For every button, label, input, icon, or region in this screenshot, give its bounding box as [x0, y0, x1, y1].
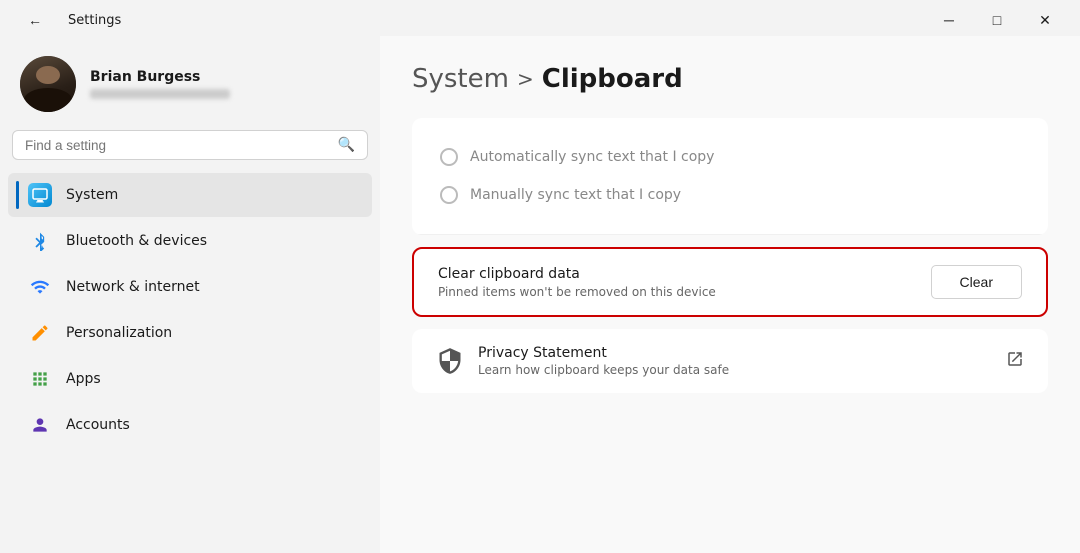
- user-email: [90, 89, 230, 99]
- sidebar-label-network: Network & internet: [66, 279, 200, 295]
- radio-section: Automatically sync text that I copy Manu…: [412, 118, 1048, 235]
- sidebar-label-apps: Apps: [66, 371, 101, 387]
- system-icon: [28, 183, 52, 207]
- close-button[interactable]: ✕: [1022, 6, 1068, 34]
- sidebar-label-personalization: Personalization: [66, 325, 172, 341]
- sidebar-item-bluetooth[interactable]: Bluetooth & devices: [8, 219, 372, 263]
- sidebar-item-apps[interactable]: Apps: [8, 357, 372, 401]
- privacy-left: Privacy Statement Learn how clipboard ke…: [436, 345, 729, 377]
- search-icon: 🔍: [338, 137, 355, 153]
- sidebar-item-personalization[interactable]: Personalization: [8, 311, 372, 355]
- privacy-section[interactable]: Privacy Statement Learn how clipboard ke…: [412, 329, 1048, 393]
- radio-auto-label: Automatically sync text that I copy: [470, 149, 714, 165]
- minimize-button[interactable]: ─: [926, 6, 972, 34]
- app-body: Brian Burgess 🔍 System: [0, 36, 1080, 553]
- main-content: System > Clipboard Automatically sync te…: [380, 36, 1080, 553]
- search-input[interactable]: [25, 138, 330, 153]
- radio-row-manual[interactable]: Manually sync text that I copy: [440, 176, 1020, 214]
- bluetooth-icon: [28, 229, 52, 253]
- user-section: Brian Burgess: [0, 48, 380, 130]
- back-button[interactable]: ←: [12, 6, 58, 34]
- user-name: Brian Burgess: [90, 69, 230, 85]
- sidebar-label-accounts: Accounts: [66, 417, 130, 433]
- window-controls: ─ □ ✕: [926, 6, 1068, 34]
- sidebar-label-bluetooth: Bluetooth & devices: [66, 233, 207, 249]
- search-container: 🔍: [12, 130, 368, 160]
- title-bar: ← Settings ─ □ ✕: [0, 0, 1080, 36]
- privacy-subtitle: Learn how clipboard keeps your data safe: [478, 363, 729, 377]
- avatar: [20, 56, 76, 112]
- title-bar-left: ← Settings: [12, 6, 121, 34]
- breadcrumb: System > Clipboard: [412, 64, 1048, 94]
- sidebar-item-accounts[interactable]: Accounts: [8, 403, 372, 447]
- breadcrumb-current: Clipboard: [542, 64, 683, 94]
- radio-auto[interactable]: [440, 148, 458, 166]
- accounts-icon: [28, 413, 52, 437]
- apps-icon: [28, 367, 52, 391]
- privacy-title: Privacy Statement: [478, 345, 729, 361]
- radio-manual-label: Manually sync text that I copy: [470, 187, 681, 203]
- radio-row-auto[interactable]: Automatically sync text that I copy: [440, 138, 1020, 176]
- clear-button[interactable]: Clear: [931, 265, 1022, 299]
- maximize-button[interactable]: □: [974, 6, 1020, 34]
- clear-text-block: Clear clipboard data Pinned items won't …: [438, 266, 716, 299]
- personalization-icon: [28, 321, 52, 345]
- user-info: Brian Burgess: [90, 69, 230, 99]
- radio-manual[interactable]: [440, 186, 458, 204]
- clear-subtitle: Pinned items won't be removed on this de…: [438, 285, 716, 299]
- breadcrumb-separator: >: [517, 67, 534, 91]
- shield-icon: [436, 347, 464, 375]
- sidebar-item-system[interactable]: System: [8, 173, 372, 217]
- sidebar-label-system: System: [66, 187, 118, 203]
- avatar-image: [20, 56, 76, 112]
- clear-title: Clear clipboard data: [438, 266, 716, 282]
- privacy-text-block: Privacy Statement Learn how clipboard ke…: [478, 345, 729, 377]
- breadcrumb-parent: System: [412, 64, 509, 94]
- sidebar: Brian Burgess 🔍 System: [0, 36, 380, 553]
- clear-section: Clear clipboard data Pinned items won't …: [412, 247, 1048, 317]
- network-icon: [28, 275, 52, 299]
- app-title: Settings: [68, 13, 121, 28]
- sidebar-item-network[interactable]: Network & internet: [8, 265, 372, 309]
- external-link-icon: [1006, 350, 1024, 372]
- sync-options-card: Automatically sync text that I copy Manu…: [412, 118, 1048, 235]
